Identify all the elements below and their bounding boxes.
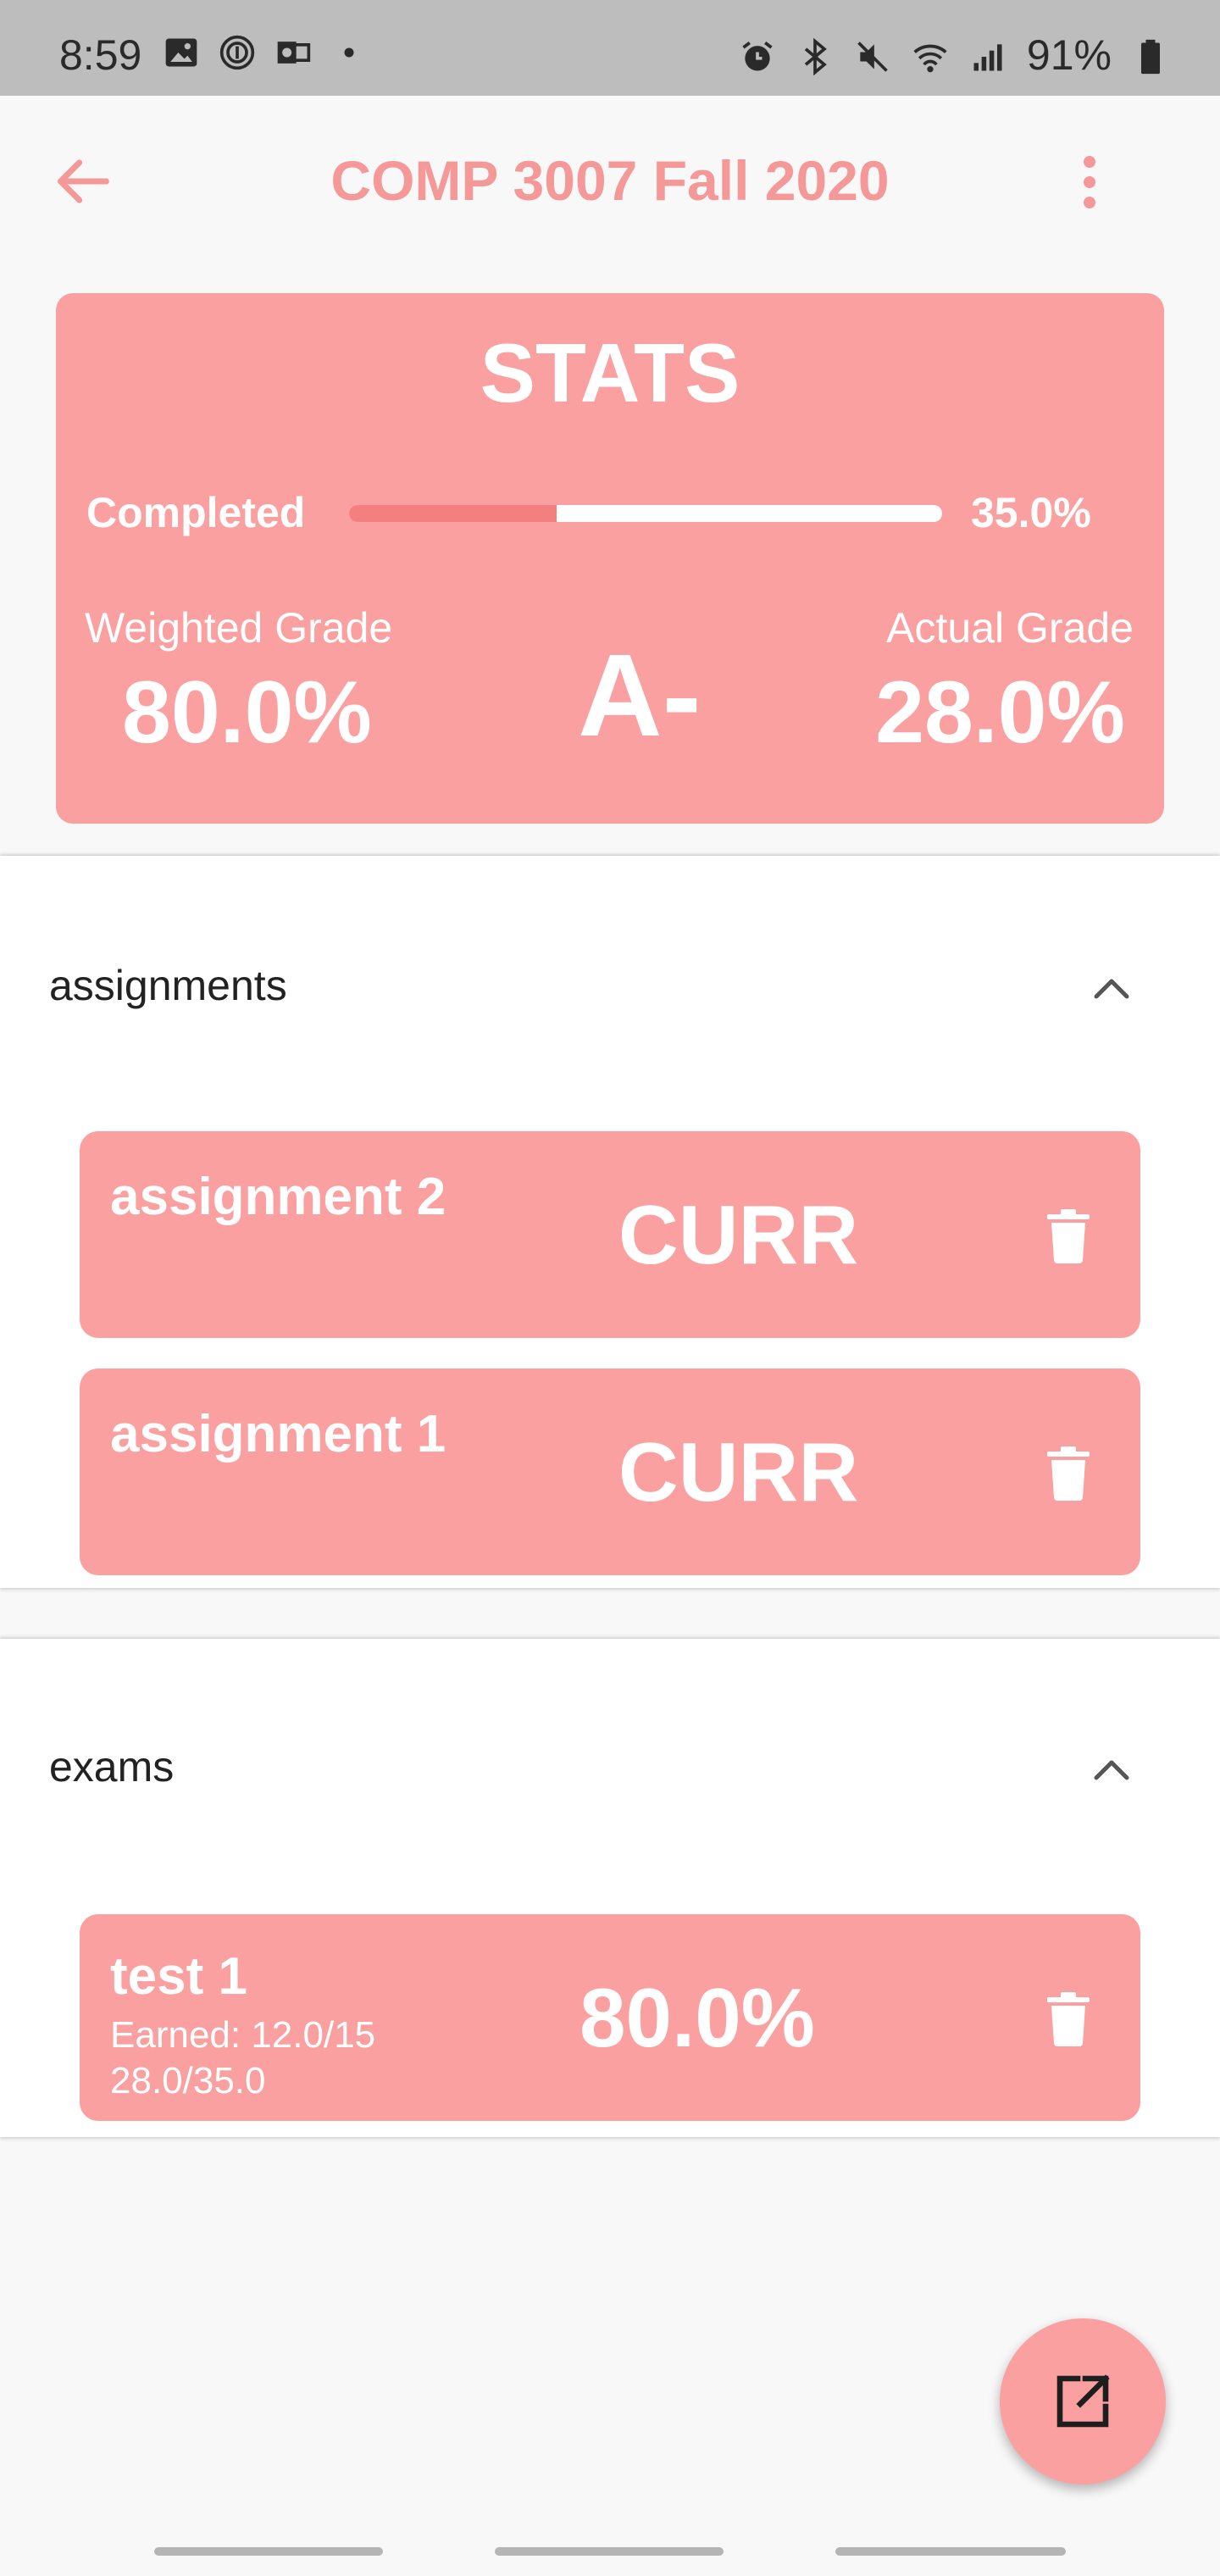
actual-grade-value: 28.0% — [875, 663, 1125, 762]
open-in-new-icon — [1056, 2374, 1110, 2428]
alarm-icon — [739, 36, 776, 74]
chevron-up-icon — [1094, 979, 1129, 999]
app-bar: COMP 3007 Fall 2020 — [0, 96, 1220, 265]
stats-title: STATS — [480, 326, 740, 419]
chevron-up-icon — [1094, 1760, 1129, 1780]
image-icon — [163, 34, 200, 71]
collapse-button[interactable] — [1086, 1752, 1137, 1786]
weighted-grade-value: 80.0% — [122, 663, 372, 762]
fingerprint-icon — [219, 34, 256, 71]
delete-button[interactable] — [1045, 1446, 1091, 1501]
nav-recents[interactable] — [154, 2547, 383, 2556]
delete-button[interactable] — [1045, 1992, 1091, 2046]
battery-icon — [1132, 36, 1169, 75]
battery-percent: 91% — [1026, 31, 1112, 79]
stats-card: STATS Completed 35.0% Weighted Grade 80.… — [56, 293, 1164, 824]
signal-icon — [969, 36, 1006, 74]
trash-icon — [1047, 1446, 1090, 1501]
section-title[interactable]: exams — [49, 1742, 174, 1791]
list-item[interactable]: test 1 Earned: 12.0/15 28.0/35.0 80.0% — [80, 1914, 1140, 2121]
trash-icon — [1047, 1209, 1090, 1263]
item-weight: 28.0/35.0 — [110, 2060, 266, 2101]
status-bar: 8:59 91% — [0, 0, 1220, 96]
completed-progress-fill — [349, 505, 557, 522]
dot-icon — [330, 34, 368, 71]
list-item[interactable]: assignment 1 CURR — [80, 1368, 1140, 1575]
collapse-button[interactable] — [1086, 971, 1137, 1005]
status-time: 8:59 — [59, 31, 142, 79]
section-assignments: assignments assignment 2 CURR assignment… — [0, 856, 1220, 1588]
letter-grade: A- — [578, 630, 702, 761]
page-title: COMP 3007 Fall 2020 — [330, 149, 890, 212]
completed-percent: 35.0% — [971, 489, 1091, 536]
item-name: test 1 — [110, 1947, 247, 2006]
section-title[interactable]: assignments — [49, 961, 287, 1010]
actual-grade-label: Actual Grade — [886, 604, 1134, 652]
nav-home[interactable] — [495, 2547, 724, 2556]
completed-progress-bar — [349, 505, 942, 522]
list-item[interactable]: assignment 2 CURR — [80, 1131, 1140, 1338]
more-options-button[interactable] — [1071, 150, 1108, 214]
item-name: assignment 1 — [110, 1405, 446, 1463]
bluetooth-icon — [796, 36, 834, 76]
item-score: 80.0% — [580, 1971, 815, 2064]
item-earned: Earned: 12.0/15 — [110, 2014, 376, 2056]
outlook-icon — [274, 34, 312, 71]
nav-back[interactable] — [835, 2547, 1066, 2556]
item-status: CURR — [618, 1188, 859, 1281]
delete-button[interactable] — [1045, 1209, 1091, 1263]
mute-icon — [854, 36, 891, 74]
trash-icon — [1047, 1992, 1090, 2046]
completed-label: Completed — [86, 489, 306, 536]
open-external-fab[interactable] — [1000, 2318, 1166, 2484]
more-vertical-icon — [1084, 156, 1095, 208]
item-status: CURR — [618, 1425, 859, 1518]
item-name: assignment 2 — [110, 1168, 446, 1226]
status-left-icons — [163, 34, 368, 71]
weighted-grade-label: Weighted Grade — [85, 604, 393, 652]
status-right: 91% — [739, 31, 1169, 80]
section-exams: exams test 1 Earned: 12.0/15 28.0/35.0 8… — [0, 1639, 1220, 2137]
wifi-icon — [912, 36, 949, 74]
